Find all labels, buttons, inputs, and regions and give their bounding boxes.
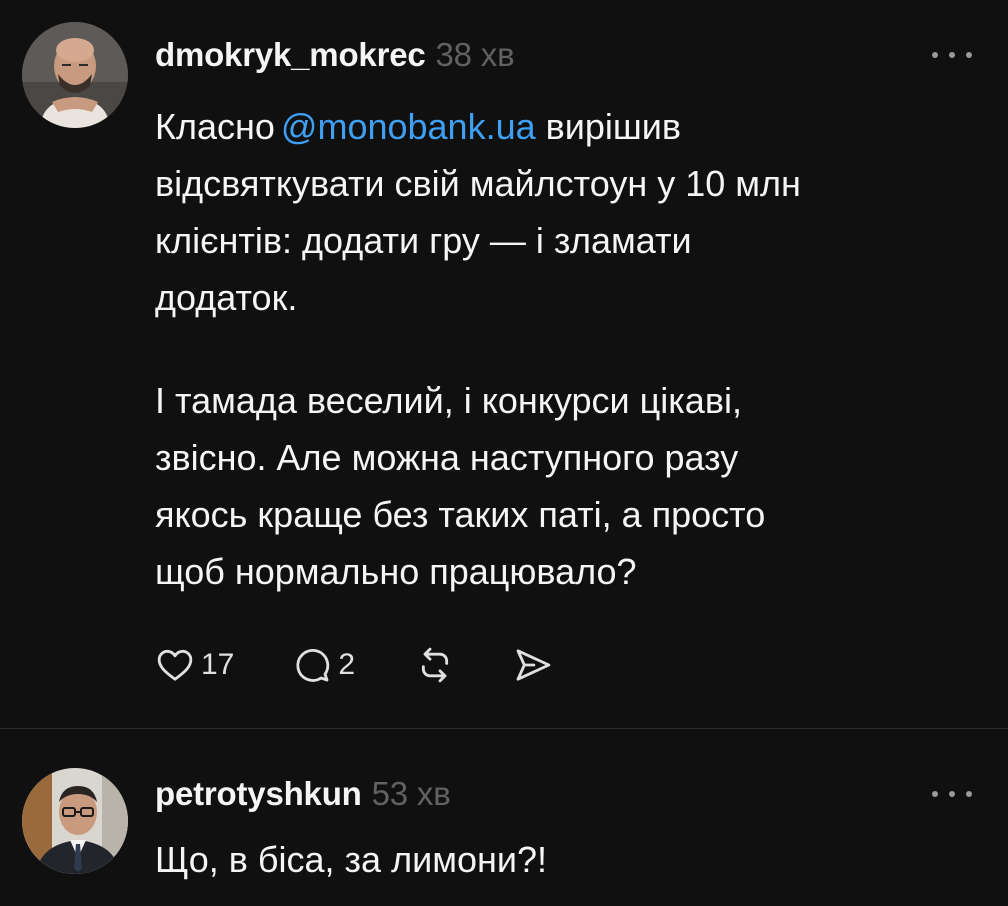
text-line: додаток. (155, 277, 298, 318)
post-text-paragraph-1: Класно @monobank.ua вирішив відсвяткувати… (155, 98, 955, 326)
dot (949, 791, 955, 797)
repost-icon (421, 647, 449, 683)
like-button[interactable]: 17 (155, 645, 234, 685)
reply-button[interactable]: 2 (292, 645, 355, 685)
text-line: клієнтів: додати гру — і зламати (155, 220, 692, 261)
post-text: Що, в біса, за лимони?! (155, 839, 547, 880)
post-text-paragraph-2: І тамада веселий, і конкурси цікаві, зві… (155, 372, 955, 600)
avatar[interactable] (22, 22, 128, 128)
post-petrotyshkun: petrotyshkun 53 хв Що, в біса, за лимони?… (0, 729, 1008, 906)
comment-icon (296, 649, 330, 682)
post-dmokryk: dmokryk_mokrec 38 хв Класно @monobank.ua в… (0, 0, 1008, 728)
share-button[interactable] (513, 645, 553, 685)
text-line: І тамада веселий, і конкурси цікаві, (155, 380, 742, 421)
text-line: відсвяткувати свій майлстоун у 10 млн (155, 163, 801, 204)
dot (932, 52, 938, 58)
more-options-button[interactable] (932, 45, 972, 65)
bald-man-avatar-icon (22, 22, 128, 128)
text-line: звісно. Але можна наступного разу (155, 437, 739, 478)
dot (932, 791, 938, 797)
man-with-glasses-avatar-icon (22, 768, 128, 874)
username[interactable]: dmokryk_mokrec 38 хв (155, 36, 515, 74)
send-icon (516, 649, 551, 681)
mention-link[interactable]: @monobank.ua (281, 106, 536, 147)
dot (966, 791, 972, 797)
text-line: вирішив (535, 106, 681, 147)
reply-count: 2 (338, 648, 356, 681)
text-line: Класно (155, 106, 275, 147)
more-options-button[interactable] (932, 784, 972, 804)
username[interactable]: petrotyshkun 53 хв (155, 775, 451, 813)
heart-icon (157, 649, 193, 681)
avatar[interactable] (22, 768, 128, 874)
repost-button[interactable] (415, 645, 455, 685)
like-count: 17 (201, 648, 235, 681)
dot (949, 52, 955, 58)
dot (966, 52, 972, 58)
text-line: щоб нормально працювало? (155, 551, 637, 592)
timestamp: 38 хв (435, 36, 515, 73)
username-text[interactable]: dmokryk_mokrec (155, 36, 426, 73)
post-actions: 17 2 (155, 640, 553, 690)
text-line: якось краще без таких паті, а просто (155, 494, 766, 535)
timestamp: 53 хв (371, 775, 451, 812)
username-text[interactable]: petrotyshkun (155, 775, 362, 812)
